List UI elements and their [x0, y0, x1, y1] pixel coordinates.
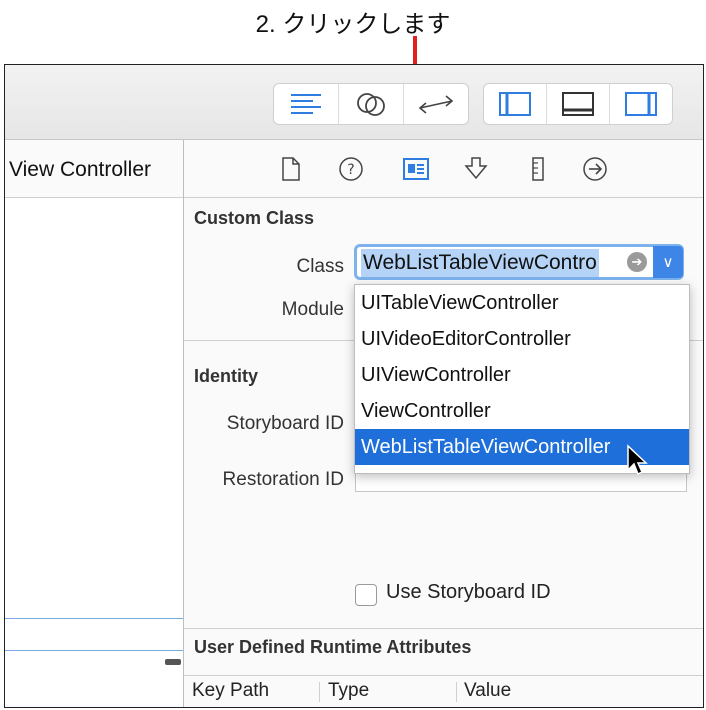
outline-divider — [5, 650, 183, 651]
class-combo-box[interactable]: WebListTableViewContro ➔ ∨ — [354, 244, 684, 280]
annotation-label: 2. クリックします — [255, 11, 451, 38]
right-panel-icon[interactable] — [610, 84, 672, 124]
column-type[interactable]: Type — [328, 680, 369, 702]
inspector-tab-bar: ? — [184, 140, 703, 198]
connections-arrow-icon[interactable] — [580, 154, 610, 184]
bottom-panel-icon[interactable] — [547, 84, 610, 124]
restoration-id-label: Restoration ID — [222, 469, 344, 490]
back-forward-arrows-icon[interactable] — [404, 84, 468, 124]
outline-divider — [5, 618, 183, 619]
column-separator — [319, 682, 320, 702]
runtime-attributes-title: User Defined Runtime Attributes — [194, 637, 472, 657]
storyboard-id-label: Storyboard ID — [226, 413, 344, 434]
custom-class-title: Custom Class — [194, 208, 315, 228]
goto-arrow-icon[interactable]: ➔ — [627, 252, 647, 272]
column-separator — [456, 682, 457, 702]
class-label: Class — [296, 256, 344, 277]
section-divider — [184, 628, 703, 629]
dropdown-option[interactable]: UIVideoEditorController — [355, 321, 689, 357]
svg-text:?: ? — [347, 162, 354, 178]
help-icon[interactable]: ? — [336, 154, 366, 184]
module-label: Module — [281, 299, 344, 320]
use-storyboard-id-label: Use Storyboard ID — [386, 581, 551, 603]
overlap-circles-icon[interactable] — [339, 84, 404, 124]
outline-title: View Controller — [9, 158, 152, 181]
size-ruler-icon[interactable] — [523, 154, 553, 184]
file-icon[interactable] — [276, 154, 306, 184]
use-storyboard-id-checkbox[interactable] — [355, 584, 377, 606]
header-bottom-border — [184, 707, 703, 708]
class-input[interactable]: WebListTableViewContro — [361, 249, 599, 277]
left-panel-icon[interactable] — [484, 84, 547, 124]
toolbar — [5, 65, 703, 140]
identity-title: Identity — [194, 366, 259, 386]
dropdown-option[interactable]: UITableViewController — [355, 285, 689, 321]
chevron-down-icon[interactable]: ∨ — [653, 246, 683, 278]
panel-toggle-group — [483, 83, 673, 125]
dropdown-option[interactable]: UIViewController — [355, 357, 689, 393]
identity-icon[interactable] — [401, 154, 431, 184]
column-value[interactable]: Value — [464, 680, 511, 702]
resize-handle[interactable] — [165, 659, 181, 665]
dropdown-option[interactable]: ViewController — [355, 393, 689, 429]
editor-mode-group — [273, 83, 469, 125]
column-key-path[interactable]: Key Path — [192, 680, 269, 702]
outline-pane: View Controller — [5, 140, 184, 707]
runtime-attributes-header: Key Path Type Value — [184, 675, 703, 707]
align-left-icon[interactable] — [274, 84, 339, 124]
mouse-cursor-icon — [626, 444, 650, 485]
attributes-icon[interactable] — [461, 154, 491, 184]
outline-header: View Controller — [5, 140, 183, 198]
